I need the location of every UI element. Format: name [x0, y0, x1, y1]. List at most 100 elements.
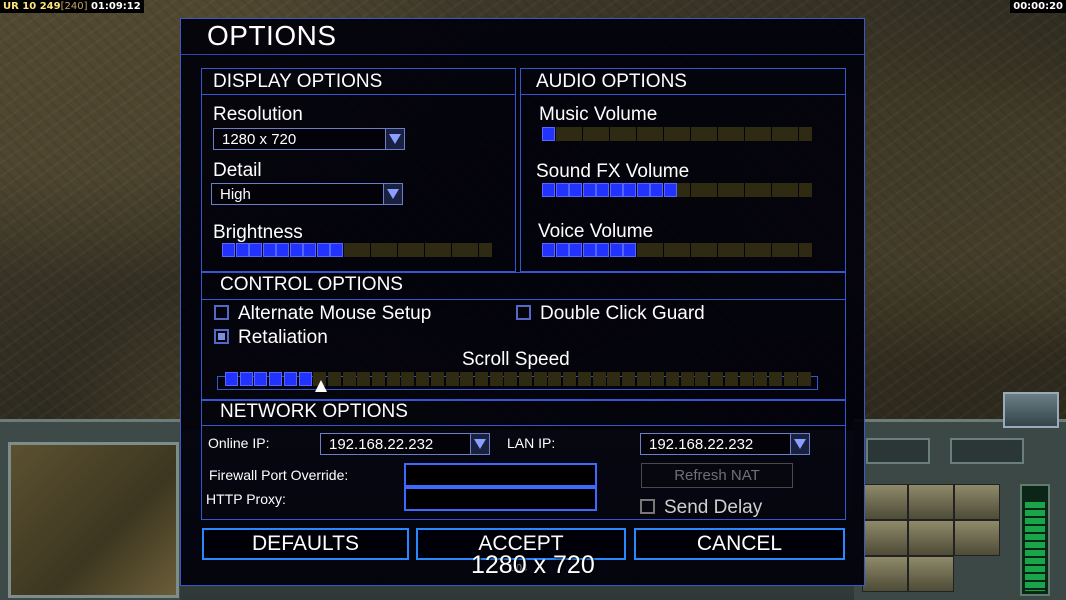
- slider-segment[interactable]: [465, 243, 478, 257]
- slider-segment[interactable]: [582, 183, 596, 197]
- slider-segment[interactable]: [758, 183, 771, 197]
- slider-segment[interactable]: [225, 372, 238, 386]
- slider-segment[interactable]: [636, 243, 650, 257]
- cancel-button[interactable]: CANCEL: [634, 528, 845, 560]
- slider-segment[interactable]: [798, 243, 812, 257]
- slider-segment[interactable]: [460, 372, 474, 386]
- slider-segment[interactable]: [489, 372, 503, 386]
- slider-segment[interactable]: [298, 372, 312, 386]
- slider-segment[interactable]: [636, 372, 650, 386]
- slider-segment[interactable]: [384, 243, 397, 257]
- slider-segment[interactable]: [650, 127, 663, 141]
- slider-segment[interactable]: [430, 372, 444, 386]
- slider-segment[interactable]: [717, 127, 731, 141]
- slider-segment[interactable]: [690, 127, 704, 141]
- slider-segment[interactable]: [343, 243, 357, 257]
- slider-segment[interactable]: [569, 243, 582, 257]
- slider-segment[interactable]: [690, 183, 704, 197]
- slider-segment[interactable]: [342, 372, 356, 386]
- slider-segment[interactable]: [754, 372, 768, 386]
- minimap[interactable]: [8, 442, 179, 598]
- retaliation-checkbox[interactable]: [214, 329, 229, 344]
- slider-segment[interactable]: [276, 243, 289, 257]
- firewall-port-input[interactable]: [404, 463, 597, 487]
- unit-tank-icon[interactable]: [908, 484, 954, 520]
- slider-segment[interactable]: [785, 183, 798, 197]
- slider-segment[interactable]: [623, 243, 636, 257]
- slider-segment[interactable]: [771, 127, 785, 141]
- slider-segment[interactable]: [717, 243, 731, 257]
- refresh-nat-button[interactable]: Refresh NAT: [641, 463, 793, 488]
- slider-segment[interactable]: [262, 243, 276, 257]
- chevron-down-icon[interactable]: [385, 129, 404, 149]
- slider-segment[interactable]: [609, 243, 623, 257]
- lan-ip-dropdown[interactable]: 192.168.22.232: [640, 433, 810, 455]
- slider-segment[interactable]: [704, 183, 717, 197]
- slider-segment[interactable]: [623, 127, 636, 141]
- slider-segment[interactable]: [357, 372, 371, 386]
- slider-segment[interactable]: [451, 243, 465, 257]
- double-click-guard-checkbox[interactable]: [516, 305, 531, 320]
- slider-segment[interactable]: [316, 243, 330, 257]
- slider-segment[interactable]: [636, 127, 650, 141]
- slider-segment[interactable]: [695, 372, 709, 386]
- slider-segment[interactable]: [445, 372, 459, 386]
- slider-segment[interactable]: [370, 243, 384, 257]
- slider-segment[interactable]: [330, 243, 343, 257]
- resolution-dropdown[interactable]: 1280 x 720: [213, 128, 405, 150]
- slider-segment[interactable]: [327, 372, 341, 386]
- slider-segment[interactable]: [542, 127, 555, 141]
- slider-segment[interactable]: [569, 127, 582, 141]
- slider-segment[interactable]: [424, 243, 438, 257]
- slider-segment[interactable]: [690, 243, 704, 257]
- slider-segment[interactable]: [438, 243, 451, 257]
- slider-segment[interactable]: [744, 127, 758, 141]
- slider-segment[interactable]: [411, 243, 424, 257]
- slider-segment[interactable]: [577, 372, 591, 386]
- slider-segment[interactable]: [650, 183, 663, 197]
- slider-segment[interactable]: [582, 243, 596, 257]
- slider-segment[interactable]: [563, 372, 577, 386]
- slider-segment[interactable]: [222, 243, 235, 257]
- slider-segment[interactable]: [542, 243, 555, 257]
- slider-segment[interactable]: [235, 243, 249, 257]
- slider-segment[interactable]: [739, 372, 753, 386]
- music-volume-slider[interactable]: [542, 127, 812, 141]
- slider-segment[interactable]: [269, 372, 283, 386]
- slider-segment[interactable]: [724, 372, 738, 386]
- slider-segment[interactable]: [636, 183, 650, 197]
- slider-segment[interactable]: [677, 243, 690, 257]
- unit-tank-icon[interactable]: [862, 520, 908, 556]
- slider-segment[interactable]: [289, 243, 303, 257]
- slider-segment[interactable]: [621, 372, 635, 386]
- chevron-down-icon[interactable]: [470, 434, 489, 454]
- slider-segment[interactable]: [569, 183, 582, 197]
- unit-tank-icon[interactable]: [954, 484, 1000, 520]
- slider-segment[interactable]: [609, 183, 623, 197]
- slider-segment[interactable]: [533, 372, 547, 386]
- slider-segment[interactable]: [582, 127, 596, 141]
- slider-segment[interactable]: [596, 243, 609, 257]
- scroll-speed-slider[interactable]: [225, 372, 815, 386]
- slider-segment[interactable]: [397, 243, 411, 257]
- slider-segment[interactable]: [607, 372, 621, 386]
- slider-segment[interactable]: [651, 372, 665, 386]
- slider-segment[interactable]: [704, 243, 717, 257]
- slider-segment[interactable]: [372, 372, 385, 386]
- slider-segment[interactable]: [758, 127, 771, 141]
- slider-segment[interactable]: [783, 372, 797, 386]
- online-ip-dropdown[interactable]: 192.168.22.232: [320, 433, 490, 455]
- slider-segment[interactable]: [798, 372, 812, 386]
- slider-segment[interactable]: [519, 372, 532, 386]
- unit-tank-icon[interactable]: [862, 556, 908, 592]
- slider-segment[interactable]: [798, 127, 812, 141]
- slider-segment[interactable]: [357, 243, 370, 257]
- slider-segment[interactable]: [239, 372, 253, 386]
- defaults-button[interactable]: DEFAULTS: [202, 528, 409, 560]
- slider-segment[interactable]: [474, 372, 488, 386]
- slider-segment[interactable]: [283, 372, 297, 386]
- chevron-down-icon[interactable]: [383, 184, 402, 204]
- detail-dropdown[interactable]: High: [211, 183, 403, 205]
- slider-segment[interactable]: [548, 372, 562, 386]
- slider-segment[interactable]: [677, 127, 690, 141]
